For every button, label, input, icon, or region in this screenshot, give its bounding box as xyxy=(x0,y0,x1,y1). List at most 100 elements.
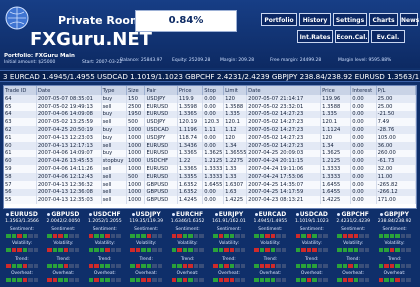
news-button[interactable]: News xyxy=(400,13,419,26)
column-header[interactable]: Trade ID xyxy=(4,86,37,95)
table-cell: buy xyxy=(101,110,128,119)
volatility-label: Volatility: xyxy=(53,241,74,246)
indicator-cell xyxy=(171,278,177,282)
pair-widget[interactable]: GBPUSD 2.0042/2.0050 Sentiment: Volatility:… xyxy=(44,211,82,284)
indicator-cell xyxy=(224,248,229,252)
table-cell: sell xyxy=(101,165,128,173)
table-header: Trade ID Date Type Size Pair Price Stop Limit Da… xyxy=(4,86,416,95)
indicator-cell xyxy=(182,264,188,268)
column-header[interactable]: Price xyxy=(177,86,204,95)
column-header[interactable]: Date xyxy=(36,86,102,95)
table-cell: 1.4225 xyxy=(320,196,352,205)
pair-widget[interactable]: GBPCHF 2.4231/2.4239 Sentiment: Volatility:… xyxy=(334,211,372,284)
column-header[interactable]: P/L xyxy=(376,86,416,95)
volatility-label: Volatility: xyxy=(177,241,198,246)
indicator-cell xyxy=(378,278,384,282)
table-row[interactable]: 57 2007-04-13 12:36:32 sell 1000 GBPUSD 1.635… xyxy=(4,180,416,189)
indicator-cell xyxy=(17,248,22,252)
econ-cal-button[interactable]: Econ.Cal. xyxy=(335,30,369,43)
table-cell: 2007-04-25 20:50:19 xyxy=(36,126,102,134)
indicator-cell xyxy=(359,278,364,282)
indicator-cell xyxy=(406,278,411,282)
table-cell: 36.00 xyxy=(376,141,416,150)
sentiment-label: Sentiment: xyxy=(51,227,76,232)
table-row[interactable]: 61 2007-04-13 12:23:03 buy 1000 USDJPY 118.74… xyxy=(4,133,416,142)
pair-widget[interactable]: USDCHF 1.2052/1.2055 Sentiment: Volatility:… xyxy=(86,211,124,284)
table-row[interactable]: 65 2007-05-02 19:49:13 sell 2500 EURUSD 1.359… xyxy=(4,102,416,111)
table-row[interactable]: 60 2007-04-13 12:17:13 sell 1000 EURUSD 1.343… xyxy=(4,141,416,150)
table-cell: 1.335 xyxy=(223,110,248,119)
indicator-cell xyxy=(28,264,33,268)
volatility-label: Volatility: xyxy=(301,241,322,246)
table-row[interactable]: 63 2007-05-02 13:25:59 sell 500 USDJPY 120.19… xyxy=(4,118,416,127)
column-header[interactable]: Type xyxy=(101,86,128,95)
start-date: Start: 2007-03-22 xyxy=(82,60,123,65)
table-row[interactable]: 56 2007-04-13 12:36:08 sell 1000 GBPUSD 1.635… xyxy=(4,188,416,197)
table-row[interactable]: 64 2007-04-06 14:09:08 buy 1950 EURUSD 1.3365… xyxy=(4,110,416,119)
column-header[interactable]: Price xyxy=(320,86,352,95)
indicator-cell xyxy=(395,234,400,238)
table-cell: EURUSD xyxy=(144,141,178,150)
table-row[interactable]: 62 2007-04-25 20:50:19 buy 1000 USDCAD 1.1196… xyxy=(4,126,416,134)
table-cell: 1.63 xyxy=(223,188,248,197)
history-button[interactable]: History xyxy=(299,13,331,26)
table-cell: sell xyxy=(101,141,128,150)
indicator-cell xyxy=(116,248,121,252)
indicator-cell xyxy=(342,278,348,282)
column-header[interactable]: Stop xyxy=(202,86,225,95)
table-cell: 1.6455 xyxy=(320,188,352,197)
pair-widget[interactable]: USDCAD 1.1019/1.1023 Sentiment: Volatility:… xyxy=(293,211,331,284)
table-row[interactable]: 59 2007-04-06 14:11:26 sell 1000 EURUSD 1.336… xyxy=(4,165,416,173)
indicator-cell xyxy=(364,264,370,268)
table-cell: 1.6352 xyxy=(177,188,204,197)
equity: Equity: 25209.28 xyxy=(172,58,211,63)
indicator-cell xyxy=(141,278,146,282)
indicator-cell xyxy=(254,234,259,238)
sentiment-label: Sentiment: xyxy=(9,227,35,232)
pair-widget[interactable]: EURJPY 161.91/162.01 Sentiment: Volatility:… xyxy=(210,211,248,284)
table-row[interactable]: 61 2007-04-06 14:09:07 buy 1000 EURUSD 1.3365… xyxy=(4,149,416,158)
settings-button[interactable]: Settings xyxy=(333,13,367,26)
table-row[interactable]: 64 2007-05-07 08:35:01 buy 150 USDJPY 119.9 0.… xyxy=(4,95,416,103)
table-cell: 1.3333 xyxy=(320,172,352,181)
ev-cal-button[interactable]: Ev.Cal. xyxy=(371,30,405,43)
volatility-indicator xyxy=(295,248,328,252)
indicator-cell xyxy=(99,248,105,252)
indicator-cell xyxy=(152,234,157,238)
indicator-cell xyxy=(301,278,306,282)
column-header[interactable]: Limit xyxy=(223,86,248,95)
table-row[interactable]: 60 2007-04-26 13:45:53 stopbuy 1000 USDCHF 1.… xyxy=(4,157,416,166)
pair-widget[interactable]: USDJPY 119.35/119.39 Sentiment: Volatility:… xyxy=(127,211,165,284)
table-row[interactable]: 58 2007-04-06 12:12:43 sell 500 EURUSD 1.3355… xyxy=(4,172,416,181)
overheat-label: Overheat: xyxy=(218,271,240,276)
table-cell: 120 xyxy=(223,133,248,142)
pair-widget[interactable]: GBPJPY 238.84/238.92 Sentiment: Volatility:… xyxy=(376,211,414,284)
private-room-title: Private Room xyxy=(58,14,142,27)
table-cell: USDCHF xyxy=(144,157,178,166)
indicator-cell xyxy=(213,234,218,238)
pair-widget[interactable]: EURUSD 1.3563/1.3566 Sentiment: Volatility:… xyxy=(3,211,41,284)
charts-button[interactable]: Charts xyxy=(369,13,398,26)
indicator-cell xyxy=(47,278,52,282)
indicator-cell xyxy=(74,264,80,268)
indicator-cell xyxy=(146,248,152,252)
table-cell: 2007-04-25 14:17:59 xyxy=(246,188,322,197)
portfolio-button[interactable]: Portfolio xyxy=(261,13,297,26)
table-cell: 2007-05-02 14:27:23 xyxy=(246,126,322,134)
trend-label: Trend: xyxy=(56,257,71,262)
indicator-cell xyxy=(276,248,281,252)
table-row[interactable]: 55 2007-04-13 12:35:03 sell 1000 GBPUSD 1.424… xyxy=(4,196,416,205)
trend-indicator xyxy=(47,264,80,268)
indicator-cell xyxy=(130,278,135,282)
column-header[interactable]: Pair xyxy=(144,86,178,95)
pair-widget[interactable]: EURCHF 1.6346/1.6352 Sentiment: Volatility:… xyxy=(169,211,207,284)
int-rates-button[interactable]: Int.Rates xyxy=(297,30,333,43)
indicator-cell xyxy=(218,234,223,238)
column-header[interactable]: Interest xyxy=(350,86,377,95)
pair-widget[interactable]: EURCAD 1.4945/1.4955 Sentiment: Volatility:… xyxy=(251,211,289,284)
column-header[interactable]: Date xyxy=(246,86,322,95)
indicator-cell xyxy=(342,264,348,268)
sentiment-indicator xyxy=(295,234,328,238)
indicator-cell xyxy=(69,234,74,238)
column-header[interactable]: Size xyxy=(126,86,146,95)
